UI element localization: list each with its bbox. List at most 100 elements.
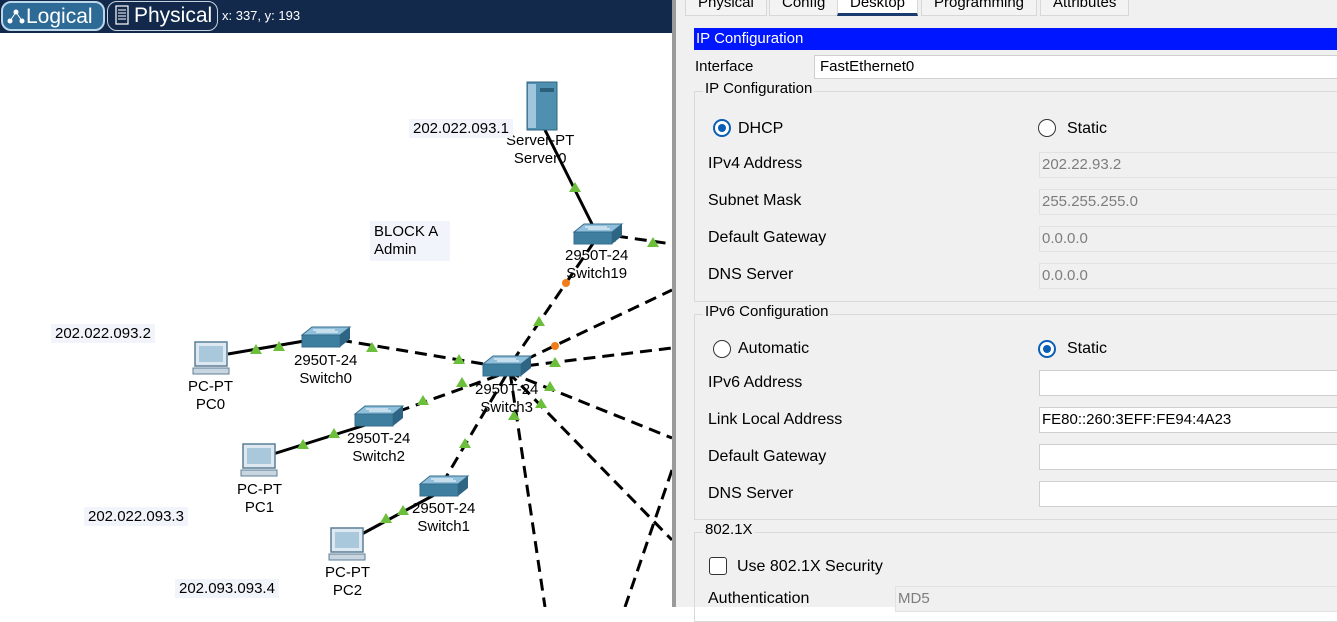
switch0-type: 2950T-24 xyxy=(294,352,358,369)
link-up-marker xyxy=(417,395,429,405)
dhcp-radio[interactable] xyxy=(713,119,731,137)
pc0-type: PC-PT xyxy=(188,378,233,395)
device-config-panel: Physical Config Desktop Programming Attr… xyxy=(672,0,1337,622)
logical-view-label: Logical xyxy=(26,5,93,28)
topology-canvas[interactable]: Server-PT Server0 2950T-24 Switch19 2950… xyxy=(0,33,672,607)
switch0-label[interactable]: 2950T-24 Switch0 xyxy=(294,352,357,388)
ipv4-config-group: IP Configuration DHCP Static IPv4 Addres… xyxy=(694,80,1337,302)
use-dot1x-checkbox[interactable] xyxy=(709,557,727,575)
switch19-label[interactable]: 2950T-24 Switch19 xyxy=(565,247,628,283)
logical-view-icon xyxy=(7,9,25,24)
pc0-ip-note[interactable]: 202.022.093.2 xyxy=(51,324,155,343)
authentication-label: Authentication xyxy=(708,590,810,607)
link-local-label: Link Local Address xyxy=(708,411,843,428)
ipv4-address-field[interactable]: 202.22.93.2 xyxy=(1039,152,1337,178)
switch-icon-switch0 xyxy=(300,326,352,348)
ipv4-address-label: IPv4 Address xyxy=(708,155,803,172)
dhcp-label[interactable]: DHCP xyxy=(738,120,783,138)
block-note-line2: Admin xyxy=(374,241,417,258)
ipv6-dns-field[interactable] xyxy=(1039,481,1337,507)
ipv6-group-title: IPv6 Configuration xyxy=(703,303,831,320)
tab-attributes[interactable]: Attributes xyxy=(1040,0,1130,16)
block-note-line1: BLOCK A xyxy=(374,223,439,240)
tab-desktop[interactable]: Desktop xyxy=(837,0,919,16)
static-ipv4-radio[interactable] xyxy=(1038,119,1056,137)
automatic-radio[interactable] xyxy=(713,340,731,358)
subnet-mask-field[interactable]: 255.255.255.0 xyxy=(1039,189,1337,215)
switch1-name: Switch1 xyxy=(417,518,470,535)
pc0-label[interactable]: PC-PT PC0 xyxy=(188,378,233,414)
link-local-field[interactable]: FE80::260:3EFF:FE94:4A23 xyxy=(1039,407,1337,433)
ipv4-dns-field[interactable]: 0.0.0.0 xyxy=(1039,263,1337,289)
server0-label[interactable]: Server-PT Server0 xyxy=(506,132,574,168)
ipv6-address-field[interactable] xyxy=(1039,370,1337,396)
ipv4-dns-label: DNS Server xyxy=(708,266,794,283)
switch2-label[interactable]: 2950T-24 Switch2 xyxy=(347,430,410,466)
pc2-type: PC-PT xyxy=(325,564,370,581)
switch1-label[interactable]: 2950T-24 Switch1 xyxy=(412,500,475,536)
server-icon xyxy=(526,81,558,131)
subnet-mask-label: Subnet Mask xyxy=(708,192,802,209)
server0-name: Server0 xyxy=(513,150,567,167)
tab-programming[interactable]: Programming xyxy=(921,0,1038,16)
physical-view-label: Physical xyxy=(134,4,213,27)
switch-icon-switch1 xyxy=(418,475,470,497)
switch2-type: 2950T-24 xyxy=(347,430,411,447)
pc2-ip-note[interactable]: 202.093.093.4 xyxy=(175,579,279,598)
interface-label: Interface xyxy=(695,58,754,75)
pc1-label[interactable]: PC-PT PC1 xyxy=(237,481,282,517)
switch3-label[interactable]: 2950T-24 Switch3 xyxy=(475,381,538,417)
pc1-type: PC-PT xyxy=(237,481,282,498)
pc1-name: PC1 xyxy=(244,499,275,516)
tab-physical[interactable]: Physical xyxy=(685,0,767,16)
link-up-marker xyxy=(459,438,471,448)
ipv6-gateway-field[interactable] xyxy=(1039,444,1337,470)
switch-icon-switch3 xyxy=(481,355,533,377)
ip-configuration-title: IP Configuration xyxy=(694,28,1337,50)
link-pending-marker xyxy=(551,342,559,350)
link-switch3-south-2 xyxy=(623,469,672,607)
static-ipv6-radio[interactable] xyxy=(1038,340,1056,358)
switch3-name: Switch3 xyxy=(480,399,533,416)
dot1x-group-title: 802.1X xyxy=(703,521,755,538)
ipv6-gateway-label: Default Gateway xyxy=(708,448,827,465)
logical-view-button[interactable]: Logical xyxy=(1,1,105,31)
pc2-label[interactable]: PC-PT PC2 xyxy=(325,564,370,600)
cursor-coordinates: x: 337, y: 193 xyxy=(222,8,301,23)
dot1x-group: 802.1X Use 802.1X Security Authenticatio… xyxy=(694,521,1337,622)
pc0-name: PC0 xyxy=(195,396,226,413)
switch-icon-switch19 xyxy=(572,223,624,245)
switch2-name: Switch2 xyxy=(352,448,405,465)
pc-icon-pc2 xyxy=(328,527,366,561)
switch0-name: Switch0 xyxy=(299,370,352,387)
tab-bar: Physical Config Desktop Programming Attr… xyxy=(676,0,1337,16)
static-ipv6-label[interactable]: Static xyxy=(1067,340,1107,358)
use-dot1x-label[interactable]: Use 802.1X Security xyxy=(737,558,883,576)
interface-select[interactable]: FastEthernet0 xyxy=(814,55,1337,79)
pc1-ip-note[interactable]: 202.022.093.3 xyxy=(84,507,188,526)
server-ip-note[interactable]: 202.022.093.1 xyxy=(409,119,513,138)
ipv4-gateway-field[interactable]: 0.0.0.0 xyxy=(1039,226,1337,252)
switch-icon-switch2 xyxy=(353,405,405,427)
authentication-select[interactable]: MD5 xyxy=(895,586,1337,612)
block-note[interactable]: BLOCK A Admin xyxy=(370,221,450,261)
link-switch19-east xyxy=(615,234,672,246)
switch19-name: Switch19 xyxy=(566,265,628,282)
physical-view-button[interactable]: Physical xyxy=(107,1,218,31)
pc2-name: PC2 xyxy=(332,582,363,599)
logical-workspace[interactable]: Logical Physical x: 337, y: 193 Server-P… xyxy=(0,0,672,607)
link-up-marker xyxy=(456,377,468,387)
ipv4-gateway-label: Default Gateway xyxy=(708,229,827,246)
switch3-type: 2950T-24 xyxy=(475,381,539,398)
link-switch3-east-2 xyxy=(507,346,672,370)
automatic-label[interactable]: Automatic xyxy=(738,340,809,358)
link-up-marker xyxy=(533,316,545,326)
switch19-type: 2950T-24 xyxy=(565,247,629,264)
tab-config[interactable]: Config xyxy=(769,0,839,16)
ipv6-address-label: IPv6 Address xyxy=(708,374,803,391)
rack-icon xyxy=(115,5,129,25)
pc-icon-pc0 xyxy=(192,341,230,375)
workspace-toolbar: Logical Physical x: 337, y: 193 xyxy=(0,0,672,33)
link-switch3-east-1 xyxy=(507,288,672,370)
static-ipv4-label[interactable]: Static xyxy=(1067,120,1107,138)
